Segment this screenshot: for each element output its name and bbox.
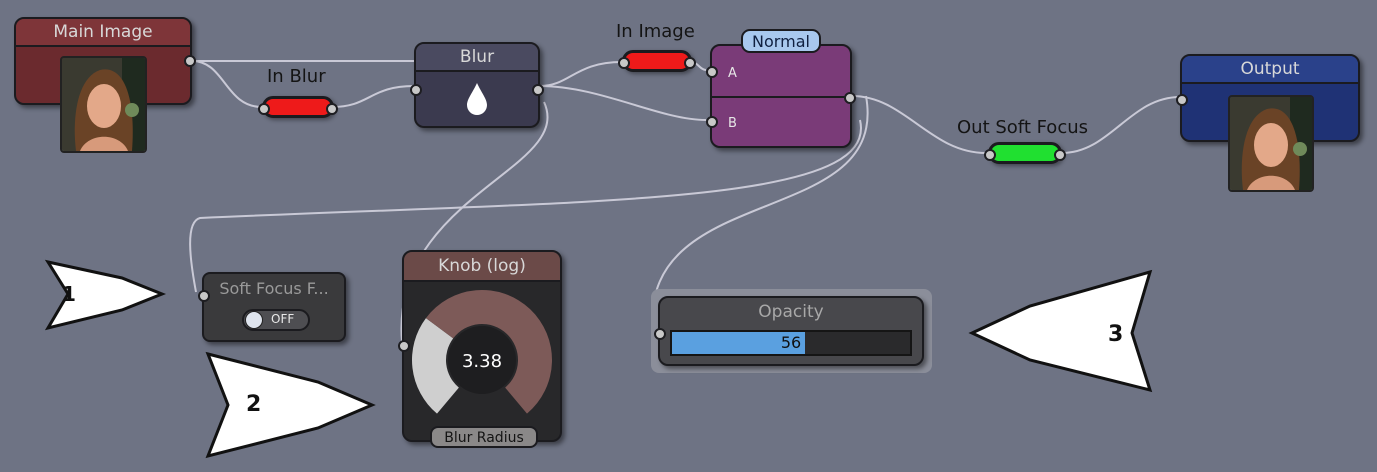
- out-soft-focus-label: Out Soft Focus: [957, 117, 1089, 138]
- annotation-number-1: 1: [62, 282, 76, 306]
- output-port[interactable]: [184, 55, 196, 67]
- toggle-switch[interactable]: OFF: [242, 309, 310, 331]
- node-title: Main Image: [16, 19, 190, 47]
- knob-caption: Blur Radius: [430, 426, 538, 448]
- opacity-value: 56: [780, 333, 802, 352]
- knob-value: 3.38: [461, 351, 503, 372]
- input-port[interactable]: [654, 328, 666, 340]
- output-port[interactable]: [684, 57, 696, 69]
- main-image-thumbnail: [60, 56, 147, 153]
- droplet-icon: [467, 83, 487, 115]
- blur-node[interactable]: Blur: [410, 42, 544, 128]
- output-port[interactable]: [844, 92, 856, 104]
- node-title: Opacity: [758, 302, 824, 322]
- opacity-node[interactable]: Opacity 56: [654, 296, 924, 366]
- in-image-label: In Image: [616, 21, 695, 42]
- toggle-knob[interactable]: [245, 311, 263, 329]
- node-title: Output: [1182, 56, 1358, 84]
- input-port[interactable]: [258, 103, 270, 115]
- input-port-b[interactable]: [706, 116, 718, 128]
- opacity-slider[interactable]: 56: [670, 330, 912, 356]
- node-editor-canvas[interactable]: Main Image In Blur Blur In Image A B Nor…: [0, 0, 1377, 472]
- node-title: Blur: [416, 44, 538, 72]
- blend-node[interactable]: A B: [706, 44, 856, 148]
- input-port[interactable]: [398, 340, 410, 352]
- output-image-thumbnail: [1228, 95, 1314, 192]
- input-port[interactable]: [618, 57, 630, 69]
- node-title: Knob (log): [404, 252, 560, 282]
- output-port[interactable]: [326, 103, 338, 115]
- input-port[interactable]: [1176, 94, 1188, 106]
- blend-mode-badge[interactable]: Normal: [741, 29, 821, 53]
- input-port[interactable]: [198, 290, 210, 302]
- annotation-number-2: 2: [246, 392, 262, 417]
- node-title: Soft Focus F...: [219, 279, 329, 298]
- input-port-a[interactable]: [706, 66, 718, 78]
- output-port[interactable]: [1054, 149, 1066, 161]
- connection-wires: [189, 60, 1181, 343]
- blend-divider: [712, 96, 850, 98]
- annotation-number-3: 3: [1108, 322, 1124, 347]
- in-blur-label: In Blur: [267, 66, 326, 87]
- port-a-label: A: [728, 66, 737, 81]
- input-port[interactable]: [410, 84, 422, 96]
- toggle-state-label: OFF: [271, 312, 295, 326]
- soft-focus-toggle-node[interactable]: Soft Focus F... OFF: [198, 272, 346, 342]
- input-port[interactable]: [984, 149, 996, 161]
- knob-node[interactable]: Knob (log) 3.38 Blur Radius: [398, 250, 562, 448]
- in-blur-input-pill[interactable]: [258, 96, 338, 118]
- port-b-label: B: [728, 116, 737, 131]
- out-soft-focus-output-pill[interactable]: [984, 142, 1066, 164]
- in-image-input-pill[interactable]: [618, 50, 696, 72]
- output-port[interactable]: [532, 84, 544, 96]
